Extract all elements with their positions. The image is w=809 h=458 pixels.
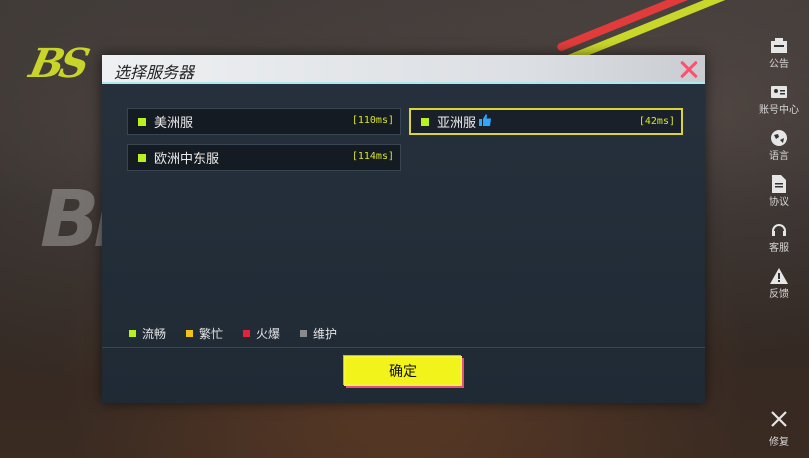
legend-label: 流畅 xyxy=(142,327,167,341)
account-icon xyxy=(769,83,789,101)
server-ping: [110ms] xyxy=(351,115,394,126)
sidebar-item-feedback[interactable]: 反馈 xyxy=(749,260,809,306)
server-name: 亚洲服 xyxy=(437,115,477,130)
sidebar-item-agreement[interactable]: 协议 xyxy=(749,168,809,214)
document-icon xyxy=(769,174,789,193)
repair-label: 修复 xyxy=(769,437,789,448)
server-ping: [42ms] xyxy=(638,116,675,127)
server-ping: [114ms] xyxy=(351,151,394,162)
warning-icon xyxy=(769,267,789,285)
legend-hot: 火爆 xyxy=(243,325,280,342)
server-select-dialog: 选择服务器 美洲服 [110ms] 亚洲服 [42ms] 欧洲中东服 [114m… xyxy=(102,55,705,403)
legend-swatch xyxy=(243,330,251,337)
notice-icon xyxy=(769,37,789,55)
status-legend: 流畅 繁忙 火爆 维护 xyxy=(129,325,357,342)
sidebar-item-label: 反馈 xyxy=(769,288,789,300)
legend-swatch xyxy=(129,330,136,337)
sidebar-item-service[interactable]: 客服 xyxy=(749,214,809,260)
legend-swatch xyxy=(300,330,308,337)
sidebar-item-language[interactable]: 语言 xyxy=(749,122,809,168)
sidebar-item-account[interactable]: 账号中心 xyxy=(749,76,809,122)
confirm-button[interactable]: 确定 xyxy=(344,356,462,386)
server-item-america[interactable]: 美洲服 [110ms] xyxy=(127,108,401,135)
legend-busy: 繁忙 xyxy=(186,325,223,342)
divider xyxy=(102,347,705,348)
headset-icon xyxy=(769,221,789,239)
legend-maintenance: 维护 xyxy=(300,325,337,342)
sidebar-item-notice[interactable]: 公告 xyxy=(749,30,809,76)
status-indicator xyxy=(138,117,146,126)
sidebar-item-label: 账号中心 xyxy=(759,104,799,116)
dialog-title: 选择服务器 xyxy=(114,63,195,82)
server-item-europe-middle-east[interactable]: 欧洲中东服 [114ms] xyxy=(127,144,401,171)
globe-icon xyxy=(769,129,789,147)
repair-button[interactable]: 修复 xyxy=(769,410,789,448)
status-indicator xyxy=(138,153,146,162)
legend-label: 维护 xyxy=(313,327,338,341)
close-button[interactable] xyxy=(677,57,701,81)
right-sidebar: 公告 账号中心 语言 协议 客服 反馈 xyxy=(749,30,809,306)
dialog-header: 选择服务器 xyxy=(102,55,705,84)
thumbs-up-icon xyxy=(479,114,492,129)
server-name: 欧洲中东服 xyxy=(154,151,220,166)
wrench-icon xyxy=(769,410,789,433)
sidebar-item-label: 客服 xyxy=(769,242,789,254)
status-indicator xyxy=(421,117,429,126)
legend-label: 繁忙 xyxy=(199,327,224,341)
game-logo: BS xyxy=(25,40,91,87)
legend-swatch xyxy=(186,330,194,337)
sidebar-item-label: 协议 xyxy=(769,196,789,208)
legend-smooth: 流畅 xyxy=(129,325,166,342)
legend-label: 火爆 xyxy=(256,327,281,341)
server-item-asia[interactable]: 亚洲服 [42ms] xyxy=(409,108,683,135)
sidebar-item-label: 语言 xyxy=(769,150,789,162)
server-name: 美洲服 xyxy=(154,115,194,130)
sidebar-item-label: 公告 xyxy=(769,58,789,70)
